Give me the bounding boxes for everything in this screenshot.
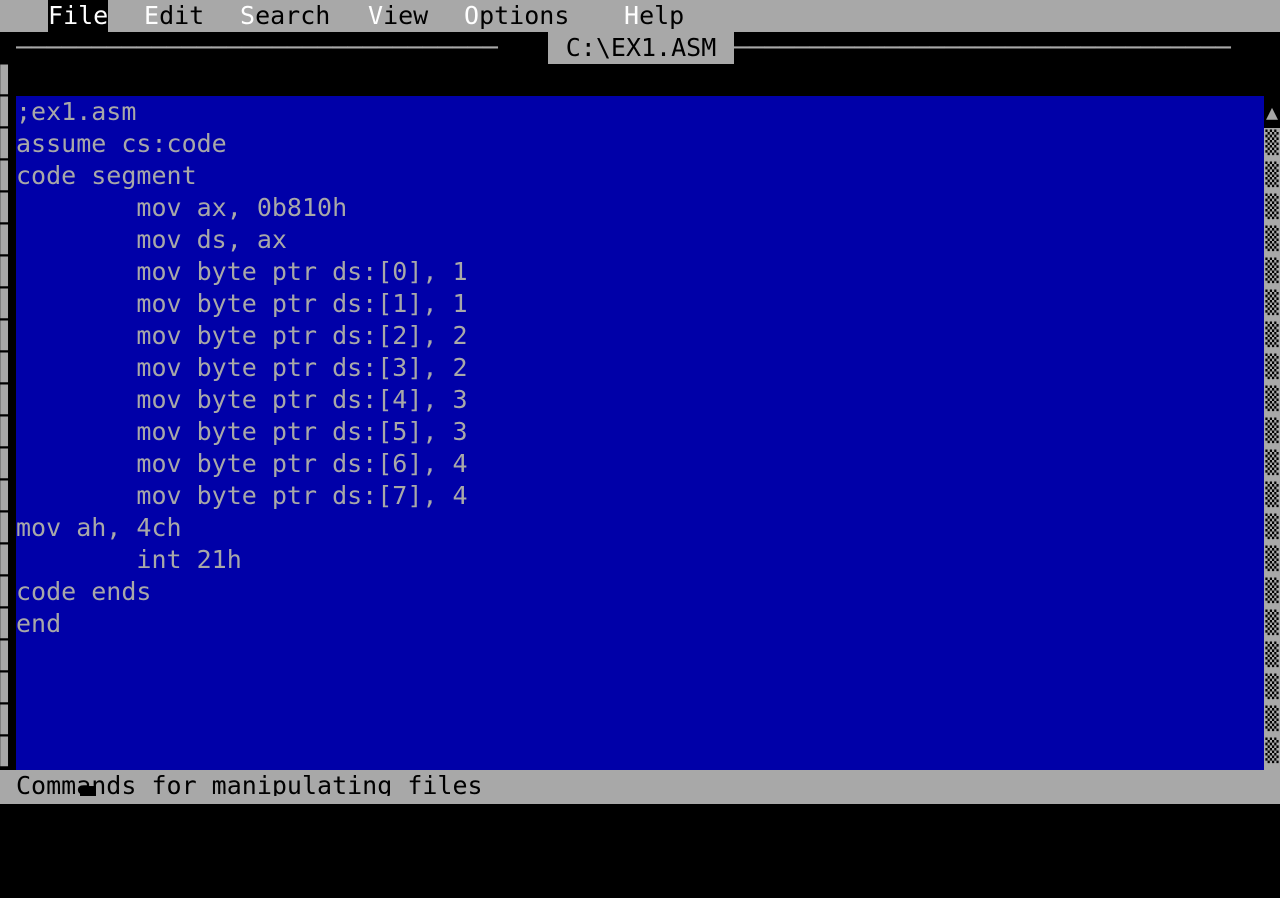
menu-hotkey-edit: E [144,1,160,30]
code-line: mov ds, ax [16,225,287,254]
scrollbar-track-cell: ▒ [1265,163,1279,188]
window-top-border-left: ──────────────────────────────── [16,32,548,64]
editor-window-frame: ──────────────────────────────── C:\EX1.… [0,32,1280,802]
code-line: code segment [16,161,197,190]
scrollbar-track[interactable]: ▒ ▒ ▒ ▒ ▒ ▒ ▒ ▒ ▒ ▒ ▒ ▒ ▒ ▒ ▒ ▒ ▒ ▒ ▒ ▒ [1264,128,1280,770]
menu-label-file: ile [63,1,109,30]
scroll-up-arrow-icon[interactable]: ▲ [1264,96,1280,128]
scrollbar-track-cell: ▒ [1265,355,1279,380]
code-line: mov byte ptr ds:[7], 4 [16,481,468,510]
scrollbar-track-cell: ▒ [1265,323,1279,348]
dos-editor-screen: File Edit Search View Options Help ─────… [0,0,1280,804]
scrollbar-track-cell: ▒ [1265,259,1279,284]
menu-label-view: iew [383,1,429,30]
scrollbar-track-cell: ▒ [1265,419,1279,444]
menu-label-options: ptions [479,1,570,30]
menu-label-help: elp [639,1,685,30]
code-line: code ends [16,577,152,606]
code-line: mov ax, 0b810h [16,193,348,222]
code-line: end [16,609,62,638]
scrollbar-track-cell: ▒ [1265,451,1279,476]
menu-item-file[interactable]: File [48,0,109,32]
code-text-area[interactable]: ;ex1.asm assume cs:code code segment mov a… [16,96,1264,802]
code-line: ;ex1.asm [16,97,137,126]
menu-item-options[interactable]: Options [464,0,569,32]
scrollbar-track-cell: ▒ [1265,675,1279,700]
scrollbar-track-cell: ▒ [1265,579,1279,604]
scrollbar-track-cell: ▒ [1265,515,1279,540]
scrollbar-track-cell: ▒ [1265,387,1279,412]
code-line: mov ah, 4ch [16,513,182,542]
menu-hotkey-help: H [624,1,640,30]
scrollbar-track-cell: ▒ [1265,547,1279,572]
menu-hotkey-file: F [48,1,64,30]
code-line: assume cs:code [16,129,227,158]
code-line: mov byte ptr ds:[0], 1 [16,257,468,286]
scrollbar-track-cell: ▒ [1265,611,1279,636]
menu-bar: File Edit Search View Options Help [0,0,1280,32]
menu-label-edit: dit [159,1,205,30]
menu-item-view[interactable]: View [368,0,428,32]
menu-hotkey-options: O [464,1,480,30]
scrollbar-track-cell: ▒ [1265,291,1279,316]
code-line: mov byte ptr ds:[2], 2 [16,321,468,350]
menu-item-edit[interactable]: Edit [144,0,204,32]
menu-hotkey-view: V [368,1,384,30]
window-title: C:\EX1.ASM [548,32,734,64]
code-line: mov byte ptr ds:[3], 2 [16,353,468,382]
scrollbar-track-cell: ▒ [1265,707,1279,732]
window-top-border-right: ───────────────────────────────── [734,32,1264,64]
scrollbar-track-cell: ▒ [1265,195,1279,220]
code-line: mov byte ptr ds:[5], 3 [16,417,468,446]
code-line: mov byte ptr ds:[1], 1 [16,289,468,318]
menu-label-search: earch [255,1,331,30]
clipped-bottom-row [0,796,1280,804]
menu-hotkey-search: S [240,1,256,30]
scrollbar-track-cell: ▒ [1265,227,1279,252]
code-line: int 21h [16,545,242,574]
scrollbar-track-cell: ▒ [1265,643,1279,668]
scrollbar-track-cell: ▒ [1265,131,1279,156]
scrollbar-track-cell: ▒ [1265,739,1279,764]
menu-item-search[interactable]: Search [240,0,330,32]
code-line: mov byte ptr ds:[4], 3 [16,385,468,414]
code-line: mov byte ptr ds:[6], 4 [16,449,468,478]
vertical-scrollbar[interactable]: ▲ ▒▒▒▒▒▒▒▒▒▒▒▒▒▒▒▒▒▒▒▒ ▼ [1264,96,1280,802]
menu-item-help[interactable]: Help [624,0,684,32]
scrollbar-track-cell: ▒ [1265,483,1279,508]
window-left-border: ▌ ▌ ▌ ▌ ▌ ▌ ▌ ▌ ▌ ▌ ▌ ▌ ▌ ▌ ▌ ▌ ▌ ▌ ▌ ▌ … [0,64,16,770]
